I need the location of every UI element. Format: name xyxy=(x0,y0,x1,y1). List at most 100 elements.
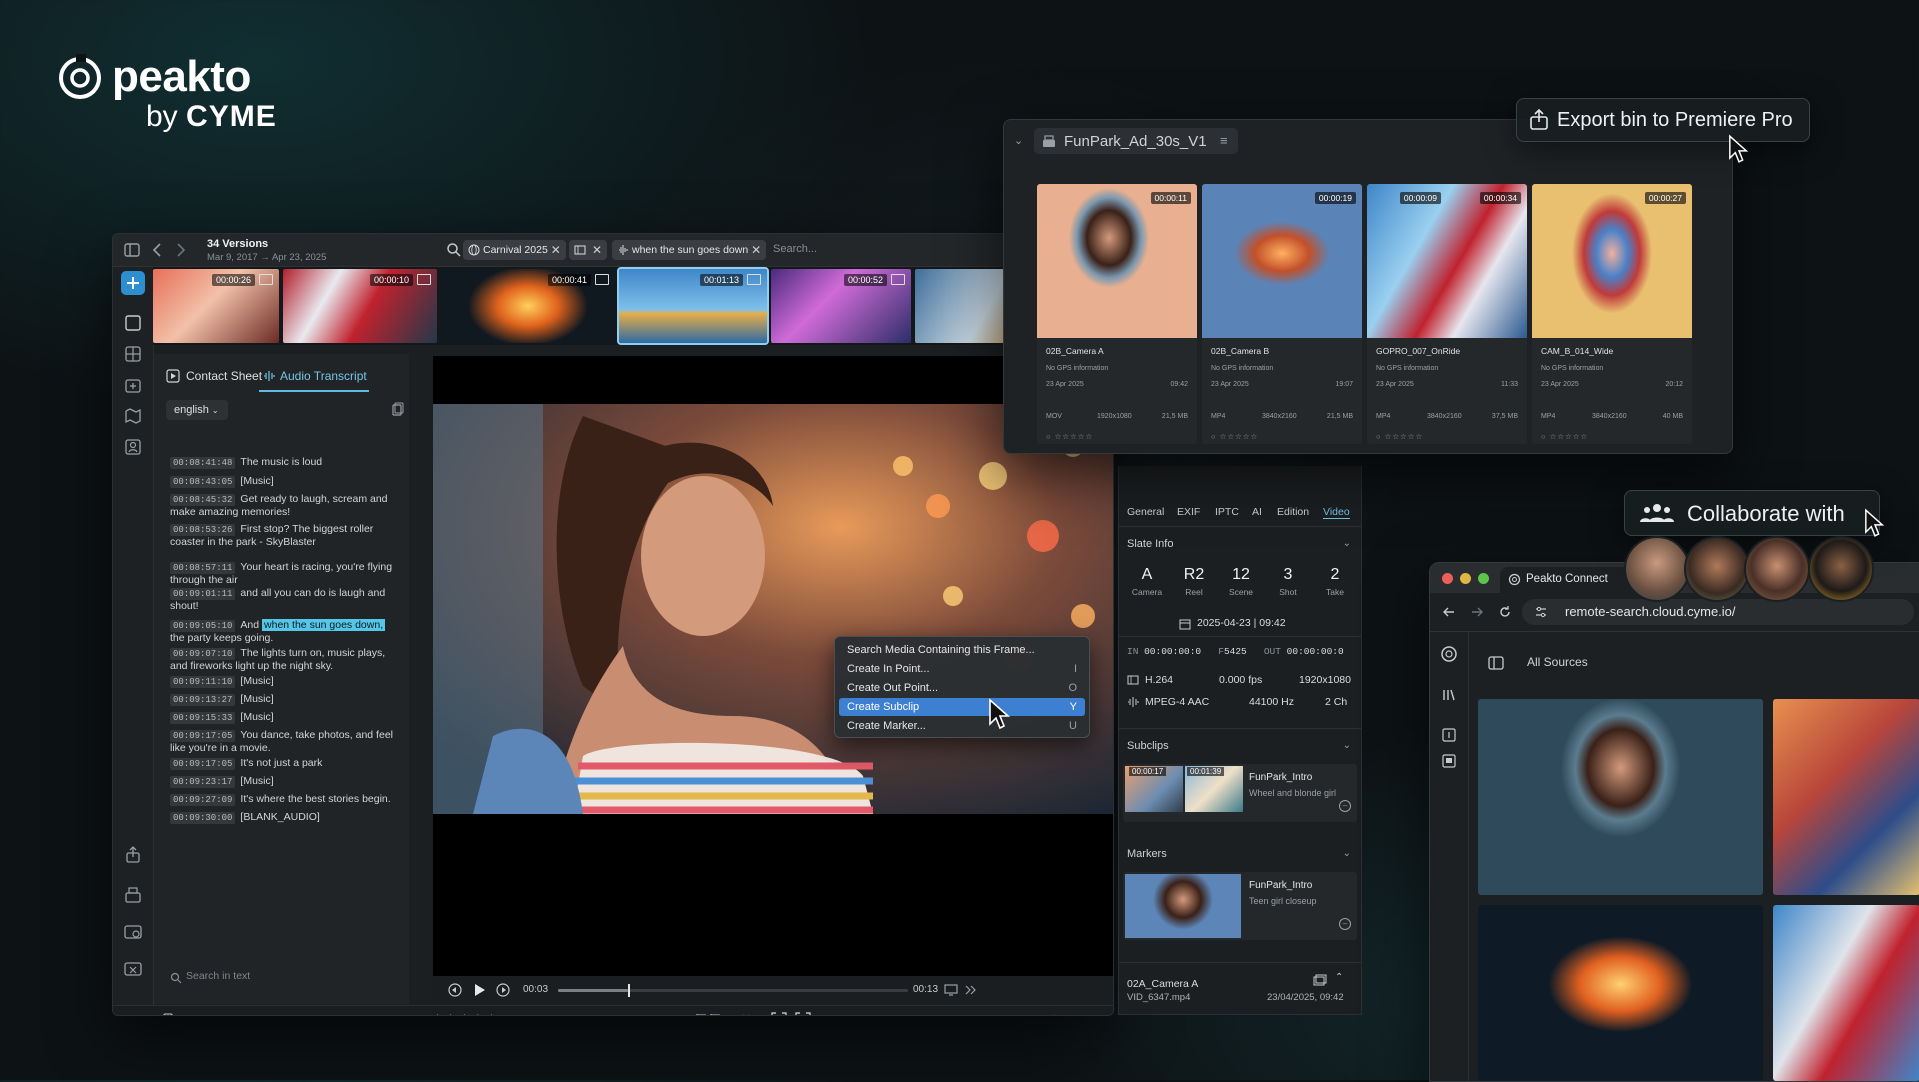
grid-view-icon[interactable] xyxy=(123,344,143,364)
tab-ai[interactable]: AI xyxy=(1252,506,1262,518)
stack-icon[interactable] xyxy=(1313,974,1327,986)
add-button[interactable] xyxy=(121,271,145,295)
timestamp-badge[interactable]: 00:09:05:10 xyxy=(170,620,236,632)
sidebar-toggle-icon[interactable] xyxy=(1488,655,1504,671)
transcript-search-input[interactable]: Search in text xyxy=(186,970,250,982)
single-view-icon[interactable] xyxy=(123,313,143,333)
result-photo[interactable] xyxy=(1773,699,1919,895)
site-settings-icon[interactable] xyxy=(1534,605,1548,619)
filter-chip-transcript[interactable]: when the sun goes down ✕ xyxy=(612,240,767,260)
back-arrow-icon[interactable] xyxy=(149,241,167,259)
tab-iptc[interactable]: IPTC xyxy=(1215,506,1239,518)
rating-stars[interactable]: ○ ☆☆☆☆☆ xyxy=(1376,432,1423,441)
bin-clip-card[interactable]: 00:00:27 CAM_B_014_Wide No GPS information… xyxy=(1532,184,1692,444)
transcript-line[interactable]: 00:09:13:27 [Music] xyxy=(170,693,400,706)
tab-contact-sheet[interactable]: Contact Sheet xyxy=(186,369,262,383)
chevron-down-icon[interactable]: ⌄ xyxy=(1343,848,1351,859)
forward-arrow-icon[interactable] xyxy=(171,241,189,259)
tab-audio-transcript[interactable]: Audio Transcript xyxy=(280,369,367,383)
transcript-line[interactable]: 00:09:15:33 [Music] xyxy=(170,711,400,724)
rating-stars[interactable]: ○ ☆☆☆☆☆ xyxy=(1541,432,1588,441)
import-icon[interactable] xyxy=(1441,727,1457,743)
rewind-icon[interactable] xyxy=(447,982,463,998)
bin-clip-card[interactable]: 00:00:34 00:00:09 GOPRO_007_OnRide No GPS i… xyxy=(1367,184,1527,444)
markers-header[interactable]: Markers xyxy=(1127,848,1167,860)
chevron-down-icon[interactable]: ⌄ xyxy=(1063,1012,1072,1015)
timestamp-badge[interactable]: 00:09:11:10 xyxy=(170,676,236,688)
copy-icon[interactable] xyxy=(390,402,404,416)
heart-icon[interactable] xyxy=(739,1013,753,1016)
timestamp-badge[interactable]: 00:09:27:09 xyxy=(170,794,236,806)
filmstrip-item[interactable]: 00:00:10 xyxy=(283,269,437,343)
rating-stars[interactable]: ○ ☆☆☆☆☆ xyxy=(1046,432,1093,441)
result-photo[interactable] xyxy=(1478,905,1763,1081)
map-icon[interactable] xyxy=(123,406,143,426)
flag-icon[interactable] xyxy=(695,1013,725,1016)
maximize-window-button[interactable] xyxy=(1478,573,1489,584)
transcript-line[interactable]: 00:09:17:05 You dance, take photos, and f… xyxy=(170,729,400,755)
timestamp-badge[interactable]: 00:09:17:05 xyxy=(170,730,236,742)
filter-chip-carnival[interactable]: Carnival 2025 ✕ xyxy=(463,240,566,260)
menu-icon[interactable]: ≡ xyxy=(1220,133,1228,148)
transcript-line[interactable]: 00:09:01:11 and all you can do is laugh a… xyxy=(170,587,400,613)
slate-info-header[interactable]: Slate Info xyxy=(1127,538,1173,550)
color-label-dot[interactable] xyxy=(525,1015,537,1016)
timestamp-badge[interactable]: 00:09:13:27 xyxy=(170,694,236,706)
transcript-line[interactable]: 00:08:45:32 Get ready to laugh, scream an… xyxy=(170,493,400,519)
close-window-button[interactable] xyxy=(1442,573,1453,584)
timestamp-badge[interactable]: 00:09:15:33 xyxy=(170,712,236,724)
final-cut-icon[interactable] xyxy=(123,959,143,979)
sidebar-toggle-icon[interactable] xyxy=(123,241,141,259)
chevron-down-icon[interactable]: ⌄ xyxy=(1343,740,1351,751)
remove-chip-icon[interactable]: ✕ xyxy=(751,240,761,260)
transcript-line[interactable]: 00:09:27:09 It's where the best stories b… xyxy=(170,793,400,806)
remove-chip-icon[interactable]: ✕ xyxy=(551,240,561,260)
transcript-line[interactable]: 00:09:05:10 And when the sun goes down, t… xyxy=(170,619,400,645)
chevron-down-icon[interactable]: ⌄ xyxy=(1014,134,1023,147)
play-icon[interactable] xyxy=(471,982,487,998)
transcript-line[interactable]: 00:09:11:10 [Music] xyxy=(170,675,400,688)
document-icon[interactable] xyxy=(161,1013,175,1016)
timestamp-badge[interactable]: 00:08:57:11 xyxy=(170,562,236,574)
scrub-bar[interactable] xyxy=(558,984,908,997)
transcript-line[interactable]: 00:09:07:10 The lights turn on, music pla… xyxy=(170,647,400,673)
tab-edition[interactable]: Edition xyxy=(1277,506,1309,518)
filter-chip-media-type[interactable]: ✕ xyxy=(569,240,607,260)
all-sources-label[interactable]: All Sources xyxy=(1527,655,1588,669)
filmstrip-item[interactable]: 00:00:26 xyxy=(153,269,279,343)
context-menu-item[interactable]: Create Subclip Y xyxy=(839,698,1085,716)
language-select[interactable]: english ⌄ xyxy=(166,400,228,420)
playhead[interactable] xyxy=(628,984,630,997)
timestamp-badge[interactable]: 00:08:41:48 xyxy=(170,457,236,469)
timestamp-badge[interactable]: 00:09:17:05 xyxy=(170,758,236,770)
scan-icon[interactable] xyxy=(795,1012,811,1016)
avatar[interactable] xyxy=(1624,536,1690,602)
tab-video[interactable]: Video xyxy=(1323,506,1350,519)
back-arrow-icon[interactable] xyxy=(1442,605,1456,619)
tab-exif[interactable]: EXIF xyxy=(1177,506,1200,518)
timestamp-badge[interactable]: 00:09:01:11 xyxy=(170,588,236,600)
chevron-down-icon[interactable]: ⌄ xyxy=(1343,538,1351,549)
folder-icon[interactable] xyxy=(181,1013,195,1016)
more-icon[interactable]: – xyxy=(1339,800,1351,812)
tab-general[interactable]: General xyxy=(1127,506,1164,518)
screen-icon[interactable] xyxy=(943,982,959,998)
filmstrip-item[interactable]: 00:00:41 xyxy=(441,269,615,343)
transcript-line[interactable]: 00:08:57:11 Your heart is racing, you're … xyxy=(170,561,400,587)
timestamp-badge[interactable]: 00:08:43:05 xyxy=(170,476,236,488)
import-icon[interactable] xyxy=(123,375,143,395)
timestamp-badge[interactable]: 00:09:23:17 xyxy=(170,776,236,788)
subclips-header[interactable]: Subclips xyxy=(1127,740,1169,752)
peakto-logo-icon[interactable] xyxy=(1440,645,1458,663)
share-icon[interactable] xyxy=(123,845,143,865)
result-photo[interactable] xyxy=(1478,699,1763,895)
avatar[interactable] xyxy=(1684,536,1750,602)
expand-icon[interactable] xyxy=(1043,1013,1057,1016)
bin-clip-card[interactable]: 00:00:11 02B_Camera A No GPS information 23… xyxy=(1037,184,1197,444)
face-detect-icon[interactable] xyxy=(771,1012,787,1016)
context-menu-item[interactable]: Search Media Containing this Frame... xyxy=(839,641,1085,659)
avatar[interactable] xyxy=(1808,536,1874,602)
bin-clip-card[interactable]: 00:00:19 02B_Camera B No GPS information 23… xyxy=(1202,184,1362,444)
context-menu-item[interactable]: Create Out Point... O xyxy=(839,679,1085,697)
subclip-item[interactable]: 00:00:17 00:01:39 FunPark_Intro Wheel an… xyxy=(1123,764,1357,822)
